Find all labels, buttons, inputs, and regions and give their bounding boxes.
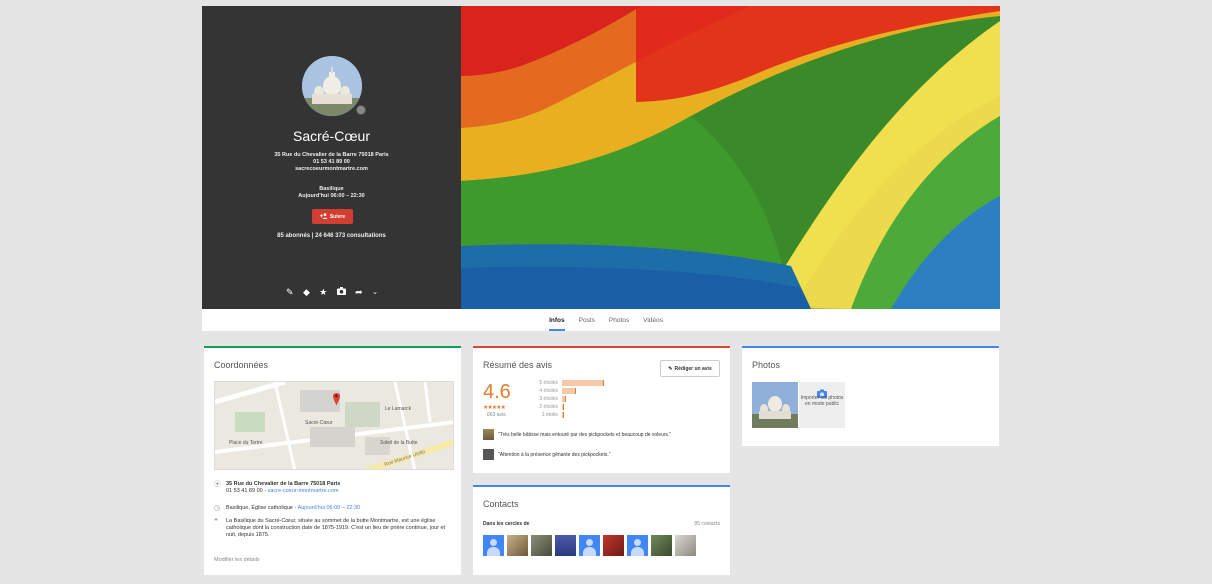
profile-address: 35 Rue du Chevalier de la Barre 75018 Pa… [274,152,389,158]
directions-icon[interactable]: ◆ [303,287,310,297]
verified-badge-icon [356,105,366,115]
photo-thumbnail[interactable] [752,382,798,428]
rating-distribution: 5 étoiles 4 étoiles 3 étoiles 2 étoiles … [528,379,628,419]
tab-infos[interactable]: Infos [549,309,565,331]
import-photos-label: Importer les photos en mode public [800,395,844,407]
profile-contact-info: 35 Rue du Chevalier de la Barre 75018 Pa… [202,152,461,173]
dist-label-1: 1 étoile [541,412,558,418]
dist-label-5: 5 étoiles [539,380,558,386]
add-person-icon [319,212,328,221]
coords-description: La Basilique du Sacré-Cœur, située au so… [226,518,446,538]
dist-bar-2 [562,404,564,410]
address-row: ⦿ 35 Rue du Chevalier de la Barre 75018 … [214,481,341,494]
dist-row-1: 1 étoile [528,411,628,419]
contact-avatar[interactable] [603,535,624,556]
photos-card: Photos Importer les photos en mode publi… [742,346,999,446]
profile-category-hours: Basilique Aujourd'hui 06:00 – 22:30 [202,186,461,200]
contact-avatar[interactable] [555,535,576,556]
coords-website-link[interactable]: sacre-coeur-montmartre.com [268,488,339,494]
profile-name: Sacré-Cœur [292,128,370,144]
coords-address: 35 Rue du Chevalier de la Barre 75018 Pa… [226,481,341,487]
reviewer-avatar [483,449,494,460]
dist-bar-3 [562,396,566,402]
dist-bar-4 [562,388,576,394]
profile-header: Sacré-Cœur 35 Rue du Chevalier de la Bar… [202,6,1000,309]
coordinates-card: Coordonnées Sacré-Cœur Place du Tertre L… [204,346,461,575]
profile-panel: Sacré-Cœur 35 Rue du Chevalier de la Bar… [202,6,461,309]
circles-label: Dans les cercles de [483,521,530,527]
clock-icon: ◷ [214,505,221,512]
dist-row-3: 3 étoiles [528,395,628,403]
review-quote[interactable]: "Attention à la présence gênante des pic… [483,449,720,460]
map-label-le-lamarck: Le Lamarck [385,406,412,412]
tab-bar: Infos Posts Photos Vidéos [202,309,1000,331]
write-review-label: Rédiger un avis [674,365,712,372]
tab-posts[interactable]: Posts [579,309,595,331]
dist-bar-5 [562,380,604,386]
profile-website[interactable]: sacrecoeurmontmartre.com [202,166,461,173]
dist-row-5: 5 étoiles [528,379,628,387]
contact-avatar[interactable] [579,535,600,556]
dist-row-4: 4 étoiles [528,387,628,395]
description-row: ❝ La Basilique du Sacré-Cœur, située au … [214,518,454,539]
pencil-icon[interactable]: ✎ [286,287,294,297]
coords-hours-link[interactable]: Aujourd'hui 06:00 – 22:30 [298,505,361,511]
camera-icon [817,385,827,398]
pencil-icon: ✎ [668,365,673,372]
chevron-down-icon[interactable]: ⌄ [372,288,378,297]
profile-stats: 85 abonnés | 24 646 373 consultations [277,233,386,239]
edit-details-link[interactable]: Modifier les détails [214,557,260,563]
star-icon[interactable]: ★ [319,287,327,297]
tab-photos[interactable]: Photos [609,309,629,331]
contact-avatar[interactable] [483,535,504,556]
dist-bar-1 [562,412,564,418]
contacts-count[interactable]: 85 contacts [694,521,720,527]
reviews-title: Résumé des avis [483,360,553,370]
dist-label-4: 4 étoiles [539,388,558,394]
contacts-card: Contacts Dans les cercles de 85 contacts [473,485,730,575]
contact-avatar[interactable] [531,535,552,556]
map-label-soleil-de-la-butte: Soleil de la Butte [380,440,418,446]
contact-avatars [483,535,696,556]
write-review-button[interactable]: ✎ Rédiger un avis [660,360,720,377]
profile-hours: Aujourd'hui 06:00 – 22:30 [298,193,365,199]
rating-value: 4.6 [483,381,511,403]
follow-button[interactable]: Suivre [312,209,353,224]
coords-phone: 01 53 41 89 00 [226,488,263,494]
rating-stars: ★★★★★ [483,405,506,411]
map-label-sacre-coeur: Sacré-Cœur [305,420,333,426]
location-pin-icon: ⦿ [214,481,221,488]
import-photos-tile[interactable]: Importer les photos en mode public [799,382,845,428]
profile-phone: 01 53 41 89 00 [313,159,350,165]
contact-avatar[interactable] [627,535,648,556]
contacts-title: Contacts [483,499,519,509]
share-icon[interactable]: ➦ [355,287,363,297]
contact-avatar[interactable] [651,535,672,556]
review-quote-text: "Attention à la présence gênante des pic… [498,451,611,458]
contact-avatar[interactable] [675,535,696,556]
tab-videos[interactable]: Vidéos [643,309,663,331]
dist-label-3: 3 étoiles [539,396,558,402]
reviews-card: Résumé des avis ✎ Rédiger un avis 4.6 ★★… [473,346,730,473]
profile-category: Basilique [319,186,344,192]
photos-title: Photos [752,360,781,370]
dist-row-2: 2 étoiles [528,403,628,411]
category-row: ◷ Basilique, Église catholique · Aujourd… [214,505,361,512]
map[interactable]: Sacré-Cœur Place du Tertre Le Lamarck So… [214,381,454,470]
camera-icon[interactable] [336,287,346,297]
profile-actions: ✎ ◆ ★ ➦ ⌄ [286,286,378,298]
reviewer-avatar [483,429,494,440]
review-quote[interactable]: "Très belle bâtisse mais entouré par des… [483,429,720,440]
dist-label-2: 2 étoiles [539,404,558,410]
avatar[interactable] [302,56,362,116]
follow-label: Suivre [329,213,346,220]
coordinates-title: Coordonnées [214,360,269,370]
review-count[interactable]: 663 avis [487,412,506,418]
review-quote-text: "Très belle bâtisse mais entouré par des… [498,431,672,438]
coords-category: Basilique, Église catholique [226,505,293,511]
cover-photo [461,6,1000,309]
map-label-place-du-tertre: Place du Tertre [229,440,263,446]
quote-icon: ❝ [214,518,218,525]
contact-avatar[interactable] [507,535,528,556]
